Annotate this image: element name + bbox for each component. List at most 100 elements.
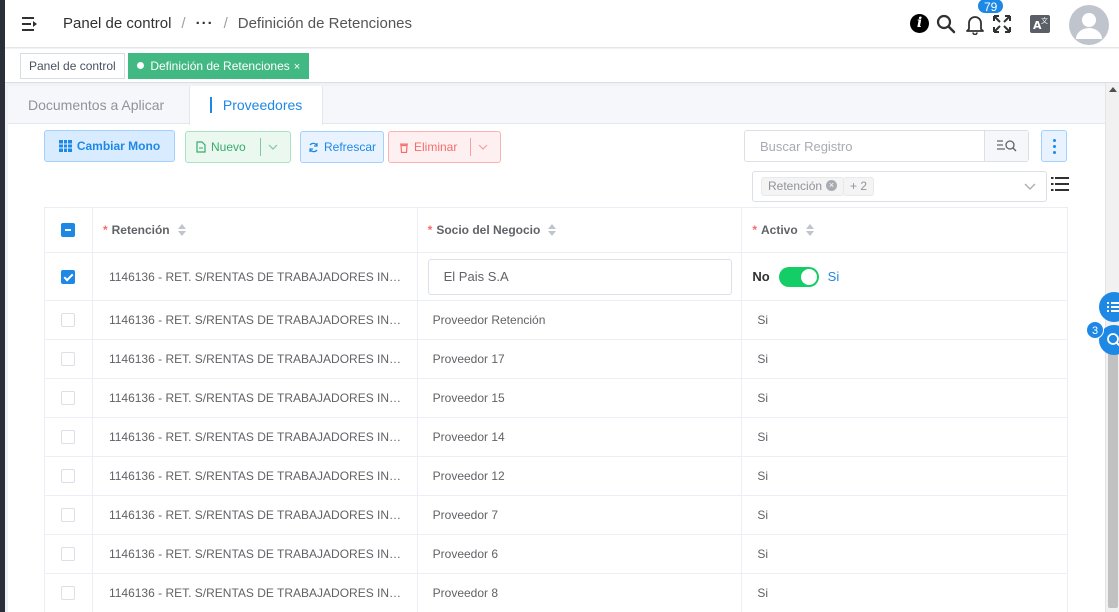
cambiar-mono-button[interactable]: Cambiar Mono: [44, 130, 175, 162]
scroll-thumb[interactable]: [1108, 353, 1118, 608]
socio-cell[interactable]: Proveedor 15: [418, 379, 743, 417]
activo-value: Si: [757, 508, 768, 522]
table-row[interactable]: 1146136 - RET. S/RENTAS DE TRABAJADORES …: [45, 379, 1069, 418]
activo-cell[interactable]: Si: [742, 340, 1069, 378]
search-list-icon: [996, 140, 1016, 152]
row-checkbox[interactable]: [61, 469, 76, 483]
user-avatar-icon[interactable]: [1069, 5, 1109, 45]
chevron-down-icon: [1024, 183, 1036, 190]
eliminar-dropdown-toggle[interactable]: [470, 138, 500, 156]
more-options-button[interactable]: [1041, 130, 1067, 162]
retencion-cell[interactable]: 1146136 - RET. S/RENTAS DE TRABAJADORES …: [93, 301, 418, 339]
row-checkbox[interactable]: [61, 391, 76, 405]
table-row[interactable]: 1146136 - RET. S/RENTAS DE TRABAJADORES …: [45, 574, 1069, 612]
table-row[interactable]: 1146136 - RET. S/RENTAS DE TRABAJADORES …: [45, 457, 1069, 496]
socio-cell[interactable]: Proveedor 6: [418, 535, 743, 573]
row-checkbox[interactable]: [61, 269, 76, 284]
close-icon[interactable]: ×: [294, 61, 300, 73]
activo-cell[interactable]: Si: [742, 457, 1069, 495]
select-all-checkbox[interactable]: [61, 223, 76, 237]
bell-icon[interactable]: [964, 13, 986, 35]
sort-icon[interactable]: [177, 224, 186, 236]
row-checkbox[interactable]: [61, 586, 76, 600]
activo-cell[interactable]: Si: [742, 535, 1069, 573]
row-checkbox[interactable]: [61, 313, 76, 327]
retencion-cell[interactable]: 1146136 - RET. S/RENTAS DE TRABAJADORES …: [93, 418, 418, 456]
nuevo-main[interactable]: Nuevo: [186, 132, 246, 162]
refresh-icon: [309, 142, 318, 152]
activo-cell[interactable]: Si: [742, 301, 1069, 339]
close-icon[interactable]: ×: [826, 180, 838, 192]
floating-list-button[interactable]: [1099, 292, 1119, 322]
row-select-cell: [45, 418, 93, 456]
tag-panel-de-control[interactable]: Panel de control: [20, 53, 125, 79]
switch-on-label[interactable]: Si: [828, 269, 840, 284]
select-all-cell: [45, 208, 93, 252]
table-row[interactable]: 1146136 - RET. S/RENTAS DE TRABAJADORES …: [45, 535, 1069, 574]
tab-documentos-a-aplicar[interactable]: Documentos a Aplicar: [8, 86, 184, 124]
activo-cell[interactable]: Si: [742, 379, 1069, 417]
scroll-up-arrow[interactable]: [1109, 87, 1117, 92]
sort-icon[interactable]: [805, 224, 814, 236]
socio-cell[interactable]: Proveedor 8: [418, 574, 743, 612]
top-navbar: Panel de control / ··· / Definición de R…: [5, 0, 1119, 48]
tab-proveedores[interactable]: Proveedores: [189, 86, 324, 125]
table-row[interactable]: 1146136 - RET. S/RENTAS DE TRABAJADORES …: [45, 418, 1069, 457]
retencion-cell[interactable]: 1146136 - RET. S/RENTAS DE TRABAJADORES …: [93, 253, 418, 300]
search-input[interactable]: [745, 131, 985, 161]
tag-definicion-retenciones[interactable]: Definición de Retenciones ×: [128, 53, 310, 79]
refrescar-button[interactable]: Refrescar: [300, 131, 384, 163]
switch-off-label[interactable]: No: [752, 269, 769, 284]
sort-icon[interactable]: [548, 224, 557, 236]
table-row-editing[interactable]: 1146136 - RET. S/RENTAS DE TRABAJADORES …: [45, 253, 1069, 301]
socio-cell[interactable]: Proveedor 7: [418, 496, 743, 534]
retencion-cell[interactable]: 1146136 - RET. S/RENTAS DE TRABAJADORES …: [93, 379, 418, 417]
translate-icon[interactable]: A 文: [1029, 13, 1051, 35]
menu-toggle-icon[interactable]: [21, 14, 41, 34]
column-filter-select[interactable]: Retención × + 2: [752, 171, 1047, 202]
tabs-header: Documentos a Aplicar Proveedores: [8, 86, 1105, 125]
activo-switch[interactable]: [778, 266, 819, 287]
tag-label: Panel de control: [29, 59, 116, 73]
socio-cell[interactable]: Proveedor 14: [418, 418, 743, 456]
table-row[interactable]: 1146136 - RET. S/RENTAS DE TRABAJADORES …: [45, 340, 1069, 379]
chevron-down-icon: [268, 144, 278, 150]
column-header-activo[interactable]: * Activo: [742, 208, 1069, 252]
list-icon[interactable]: [1051, 176, 1069, 192]
activo-cell[interactable]: Si: [742, 496, 1069, 534]
activo-cell[interactable]: Si: [742, 574, 1069, 612]
column-header-socio[interactable]: * Socio del Negocio: [418, 208, 743, 252]
info-icon[interactable]: i: [910, 14, 929, 33]
column-header-retencion[interactable]: * Retención: [93, 208, 418, 252]
retencion-cell[interactable]: 1146136 - RET. S/RENTAS DE TRABAJADORES …: [93, 535, 418, 573]
socio-cell[interactable]: Proveedor 17: [418, 340, 743, 378]
row-checkbox[interactable]: [61, 547, 76, 561]
socio-input[interactable]: [427, 258, 732, 295]
search-icon[interactable]: [935, 13, 957, 35]
table-row[interactable]: 1146136 - RET. S/RENTAS DE TRABAJADORES …: [45, 496, 1069, 535]
activo-cell[interactable]: Si: [742, 418, 1069, 456]
retencion-value: 1146136 - RET. S/RENTAS DE TRABAJADORES …: [108, 313, 404, 327]
socio-cell[interactable]: Proveedor Retención: [418, 301, 743, 339]
search-button[interactable]: [984, 131, 1028, 161]
eliminar-main[interactable]: Eliminar: [389, 132, 457, 162]
row-checkbox[interactable]: [61, 508, 76, 522]
nuevo-button[interactable]: Nuevo: [185, 131, 291, 163]
eliminar-button[interactable]: Eliminar: [388, 131, 501, 163]
retencion-cell[interactable]: 1146136 - RET. S/RENTAS DE TRABAJADORES …: [93, 574, 418, 612]
activo-value: Si: [757, 430, 768, 444]
retencion-cell[interactable]: 1146136 - RET. S/RENTAS DE TRABAJADORES …: [93, 457, 418, 495]
row-checkbox[interactable]: [61, 430, 76, 444]
retencion-cell[interactable]: 1146136 - RET. S/RENTAS DE TRABAJADORES …: [93, 340, 418, 378]
breadcrumb-ellipsis[interactable]: ···: [196, 15, 214, 32]
floating-count-badge: 3: [1086, 321, 1104, 339]
column-label: Socio del Negocio: [436, 223, 541, 237]
nuevo-dropdown-toggle[interactable]: [260, 138, 290, 156]
table-row[interactable]: 1146136 - RET. S/RENTAS DE TRABAJADORES …: [45, 301, 1069, 340]
row-select-cell: [45, 457, 93, 495]
row-checkbox[interactable]: [61, 352, 76, 366]
retencion-cell[interactable]: 1146136 - RET. S/RENTAS DE TRABAJADORES …: [93, 496, 418, 534]
socio-cell[interactable]: Proveedor 12: [418, 457, 743, 495]
fullscreen-icon[interactable]: [991, 13, 1013, 35]
breadcrumb-home[interactable]: Panel de control: [63, 15, 171, 32]
